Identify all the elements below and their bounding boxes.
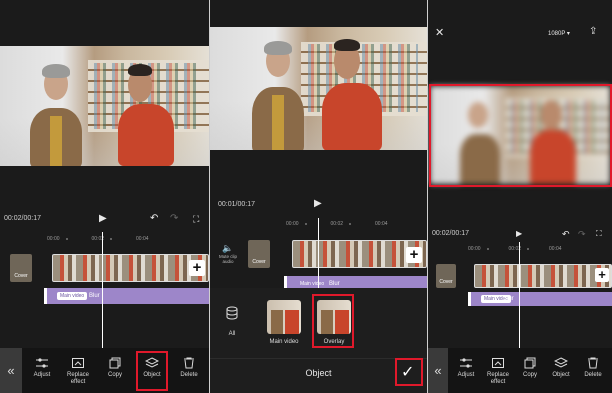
replace-effect-icon [72, 358, 84, 368]
panel-editor-object-tool: 00:02/00:17 ▶ ↶ ↷ ⛶ 00:00 00:02 00:04 Cove… [0, 0, 209, 393]
delete-icon [588, 357, 598, 369]
speaker-icon: 🔈 [222, 243, 234, 253]
timecode: 00:02/00:17 [4, 215, 41, 222]
cover-button[interactable]: Cover [10, 254, 32, 282]
close-icon[interactable]: ✕ [435, 28, 444, 39]
track-label: Blur [503, 296, 514, 302]
video-preview[interactable] [0, 46, 209, 166]
toolbar-adjust[interactable]: Adjust [452, 348, 480, 393]
timeline-ruler: 00:00 00:02 00:04 [468, 246, 562, 252]
cover-button[interactable]: Cover [248, 240, 270, 268]
track-label: Blur [329, 281, 340, 287]
playhead[interactable] [102, 232, 103, 350]
resolution-dropdown[interactable]: 1080P ▾ [548, 30, 570, 37]
add-clip-button[interactable]: + [189, 260, 205, 276]
overlay-highlight [312, 294, 354, 348]
man-left-shirt [50, 116, 62, 166]
toolbar-replace-effect[interactable]: Replace effect [482, 348, 514, 393]
add-clip-button[interactable]: + [595, 268, 609, 282]
layers-icon [226, 306, 238, 320]
adjust-icon [36, 358, 48, 368]
fullscreen-icon[interactable]: ⛶ [596, 229, 602, 239]
track-tag: Main video [300, 281, 325, 287]
blur-effect-track[interactable]: Main video Blur [468, 292, 612, 306]
delete-icon [184, 357, 194, 369]
playhead[interactable] [519, 242, 520, 348]
man-left-hair [264, 41, 292, 55]
play-icon[interactable]: ▶ [516, 229, 522, 239]
play-icon[interactable]: ▶ [99, 214, 107, 224]
add-clip-button[interactable]: + [406, 247, 422, 263]
man-right-hair [128, 64, 152, 76]
blurred-video-highlight [429, 84, 612, 187]
main-video-track[interactable] [474, 264, 612, 288]
toolbar-copy[interactable]: Copy [100, 348, 130, 393]
play-icon[interactable]: ▶ [314, 199, 322, 209]
timeline-ruler: 00:00 00:02 00:04 [47, 236, 149, 242]
copy-icon [109, 357, 121, 369]
toolbar-replace-effect[interactable]: Replace effect [60, 348, 96, 393]
undo-icon[interactable]: ↶ [150, 214, 158, 224]
redo-icon[interactable]: ↷ [170, 214, 178, 224]
toolbar-adjust[interactable]: Adjust [27, 348, 57, 393]
caret-down-icon: ▾ [566, 31, 570, 37]
redo-icon[interactable]: ↷ [578, 229, 586, 239]
main-video-thumbnail [267, 300, 301, 334]
confirm-highlight [395, 358, 423, 386]
man-left-hair [42, 64, 70, 78]
back-icon[interactable]: « [428, 348, 448, 393]
playhead[interactable] [318, 218, 319, 288]
toolbar-object[interactable]: Object [546, 348, 576, 393]
track-tag: Main video [57, 292, 88, 300]
all-option[interactable]: All [222, 306, 242, 337]
blur-effect-track[interactable]: Main video Blur [44, 288, 209, 304]
video-preview[interactable] [210, 27, 427, 150]
man-right-hair [334, 39, 360, 51]
undo-icon[interactable]: ↶ [562, 229, 570, 239]
man-right [118, 104, 174, 166]
object-sheet: All Main video Overlay Object ✓ [210, 288, 427, 393]
timecode: 00:02/00:17 [432, 230, 469, 237]
timeline-ruler: 00:00 00:02 00:04 [286, 221, 388, 227]
back-icon[interactable]: « [0, 348, 22, 393]
bottom-toolbar: « Adjust Replace effect Copy Object Dele… [0, 348, 209, 393]
main-video-track[interactable] [52, 254, 209, 282]
mute-clip-audio[interactable]: 🔈 Mute clip audio [216, 243, 240, 264]
panel-object-picker: 00:01/00:17 ▶ 00:00 00:02 00:04 🔈 Mute cli… [210, 0, 427, 393]
object-icon [554, 357, 568, 368]
main-video-option[interactable]: Main video [262, 300, 306, 345]
timecode: 00:01/00:17 [218, 201, 255, 208]
fullscreen-icon[interactable]: ⛶ [193, 214, 199, 224]
man-left-shirt [272, 95, 284, 150]
panel-blurred-result: ✕ 1080P ▾ ⇪ 00:02/00:17 ▶ ↶ ↷ ⛶ 00:00 00:… [428, 0, 612, 393]
copy-icon [524, 357, 536, 369]
cover-button[interactable]: Cover [436, 264, 456, 288]
man-right [322, 83, 382, 150]
toolbar-copy[interactable]: Copy [516, 348, 544, 393]
bottom-toolbar: « Adjust Replace effect Copy Object Dele… [428, 348, 612, 393]
toolbar-delete[interactable]: Delete [578, 348, 608, 393]
replace-effect-icon [492, 358, 504, 368]
object-button-highlight [136, 351, 168, 391]
track-label: Blur [89, 293, 100, 299]
toolbar-delete[interactable]: Delete [174, 348, 204, 393]
export-icon[interactable]: ⇪ [589, 27, 597, 37]
adjust-icon [460, 358, 472, 368]
